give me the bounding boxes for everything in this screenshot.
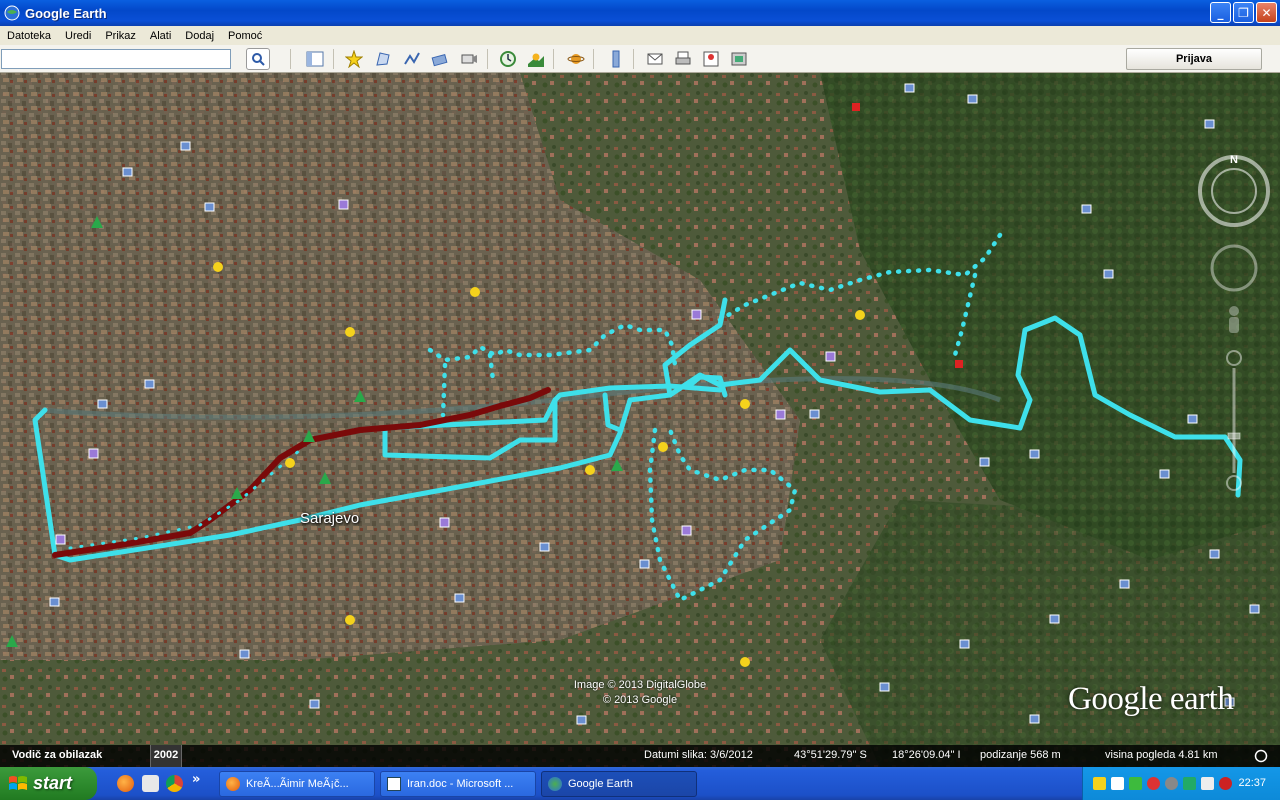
- zoom-slider[interactable]: [1226, 350, 1242, 491]
- tour-icon: [461, 54, 477, 64]
- street-view-pegman-icon[interactable]: [1229, 306, 1239, 333]
- minimize-button[interactable]: _: [1210, 2, 1231, 23]
- map-view[interactable]: Sarajevo Image © 2013 DigitalGlobe © 201…: [0, 73, 1280, 767]
- sidebar-button[interactable]: [303, 48, 327, 70]
- polygon-button[interactable]: [371, 48, 395, 70]
- firefox-quicklaunch-icon[interactable]: [117, 775, 134, 792]
- google-earth-icon: [548, 777, 562, 791]
- windows-logo-icon: [9, 775, 27, 790]
- imagery-year-badge: 2002: [150, 745, 182, 767]
- planets-button[interactable]: [564, 48, 588, 70]
- quicklaunch-more[interactable]: »: [192, 772, 200, 787]
- ruler-button[interactable]: [604, 48, 628, 70]
- longitude-readout: 18°26'09.04" I: [892, 749, 961, 761]
- sidebar-icon: [306, 51, 324, 67]
- print-button[interactable]: [671, 48, 695, 70]
- flash-icon[interactable]: [1219, 777, 1232, 790]
- tray-app-icon[interactable]: [1165, 777, 1178, 790]
- polygon-icon: [376, 52, 390, 66]
- save-image-icon: [731, 52, 747, 66]
- start-button[interactable]: start: [0, 767, 97, 800]
- word-doc-icon: [387, 777, 401, 791]
- search-icon: [252, 53, 265, 66]
- security-shield-icon[interactable]: [1093, 777, 1106, 790]
- placemark-icon: [345, 50, 363, 68]
- sun-icon: [528, 53, 544, 67]
- window-title: Google Earth: [25, 5, 107, 21]
- path-icon: [404, 52, 420, 65]
- save-image-button[interactable]: [727, 48, 751, 70]
- menu-help[interactable]: Pomoć: [221, 30, 269, 42]
- google-earth-logo: Google earth: [1068, 681, 1234, 717]
- email-icon: [647, 53, 663, 65]
- menu-add[interactable]: Dodaj: [178, 30, 221, 42]
- antivirus-icon[interactable]: [1147, 777, 1160, 790]
- overlay-button[interactable]: [428, 48, 452, 70]
- search-input[interactable]: [1, 49, 231, 69]
- email-button[interactable]: [643, 48, 667, 70]
- status-bar: Vodič za obilazak 2002 Datumi slika: 3/6…: [0, 745, 1280, 767]
- path-button[interactable]: [400, 48, 424, 70]
- task-word[interactable]: Iran.doc - Microsoft ...: [380, 771, 536, 797]
- toolbar: Prijava: [0, 45, 1280, 73]
- clock: 22:37: [1238, 777, 1266, 789]
- compass-north: N: [1230, 154, 1238, 166]
- title-bar[interactable]: Google Earth _ ❐ ✕: [0, 0, 1280, 26]
- sun-button[interactable]: [524, 48, 548, 70]
- search-button[interactable]: [246, 48, 270, 70]
- menu-edit[interactable]: Uredi: [58, 30, 98, 42]
- network-icon[interactable]: [1111, 777, 1124, 790]
- history-button[interactable]: [496, 48, 520, 70]
- print-icon: [675, 51, 691, 65]
- compass-ring[interactable]: [1198, 155, 1270, 227]
- city-label: Sarajevo: [300, 510, 360, 527]
- satellite-imagery: [0, 73, 1280, 767]
- system-tray: 22:37: [1082, 767, 1280, 800]
- tour-button[interactable]: [457, 48, 481, 70]
- task-google-earth[interactable]: Google Earth: [541, 771, 697, 797]
- desktop-quicklaunch-icon[interactable]: [142, 775, 159, 792]
- attribution-google: © 2013 Google: [602, 694, 678, 706]
- login-button[interactable]: Prijava: [1126, 48, 1262, 70]
- navigation-controls[interactable]: N: [1194, 153, 1280, 493]
- imagery-date: Datumi slika: 3/6/2012: [644, 749, 753, 761]
- close-button[interactable]: ✕: [1256, 2, 1277, 23]
- eye-altitude-readout: visina pogleda 4.81 km: [1105, 749, 1218, 761]
- battery-icon[interactable]: [1129, 777, 1142, 790]
- update-icon[interactable]: [1183, 777, 1196, 790]
- taskbar: start » KreÃ...Ãimir MeÃ¡č... Iran.doc -…: [0, 767, 1280, 800]
- tour-guide-toggle[interactable]: Vodič za obilazak: [12, 749, 102, 761]
- maximize-button[interactable]: ❐: [1233, 2, 1254, 23]
- overlay-icon: [431, 53, 448, 67]
- menu-file[interactable]: Datoteka: [0, 30, 58, 42]
- menu-view[interactable]: Prikaz: [98, 30, 143, 42]
- maps-icon: [703, 51, 719, 67]
- attribution-imagery: Image © 2013 DigitalGlobe: [573, 679, 707, 691]
- chrome-quicklaunch-icon[interactable]: [166, 775, 183, 792]
- maps-button[interactable]: [699, 48, 723, 70]
- firefox-icon: [226, 777, 240, 791]
- task-firefox[interactable]: KreÃ...Ãimir MeÃ¡č...: [219, 771, 375, 797]
- bluetooth-icon[interactable]: [1201, 777, 1214, 790]
- google-earth-icon: [4, 5, 20, 21]
- start-label: start: [33, 773, 73, 793]
- menu-tools[interactable]: Alati: [143, 30, 178, 42]
- elevation-readout: podizanje 568 m: [980, 749, 1061, 761]
- streaming-status-icon: [1254, 749, 1268, 763]
- ruler-icon: [612, 50, 620, 68]
- placemark-button[interactable]: [342, 48, 366, 70]
- menu-bar: Datoteka Uredi Prikaz Alati Dodaj Pomoć: [0, 26, 1280, 45]
- history-icon: [500, 51, 516, 67]
- look-joystick[interactable]: [1210, 244, 1258, 292]
- latitude-readout: 43°51'29.79" S: [794, 749, 867, 761]
- planets-icon: [567, 54, 585, 64]
